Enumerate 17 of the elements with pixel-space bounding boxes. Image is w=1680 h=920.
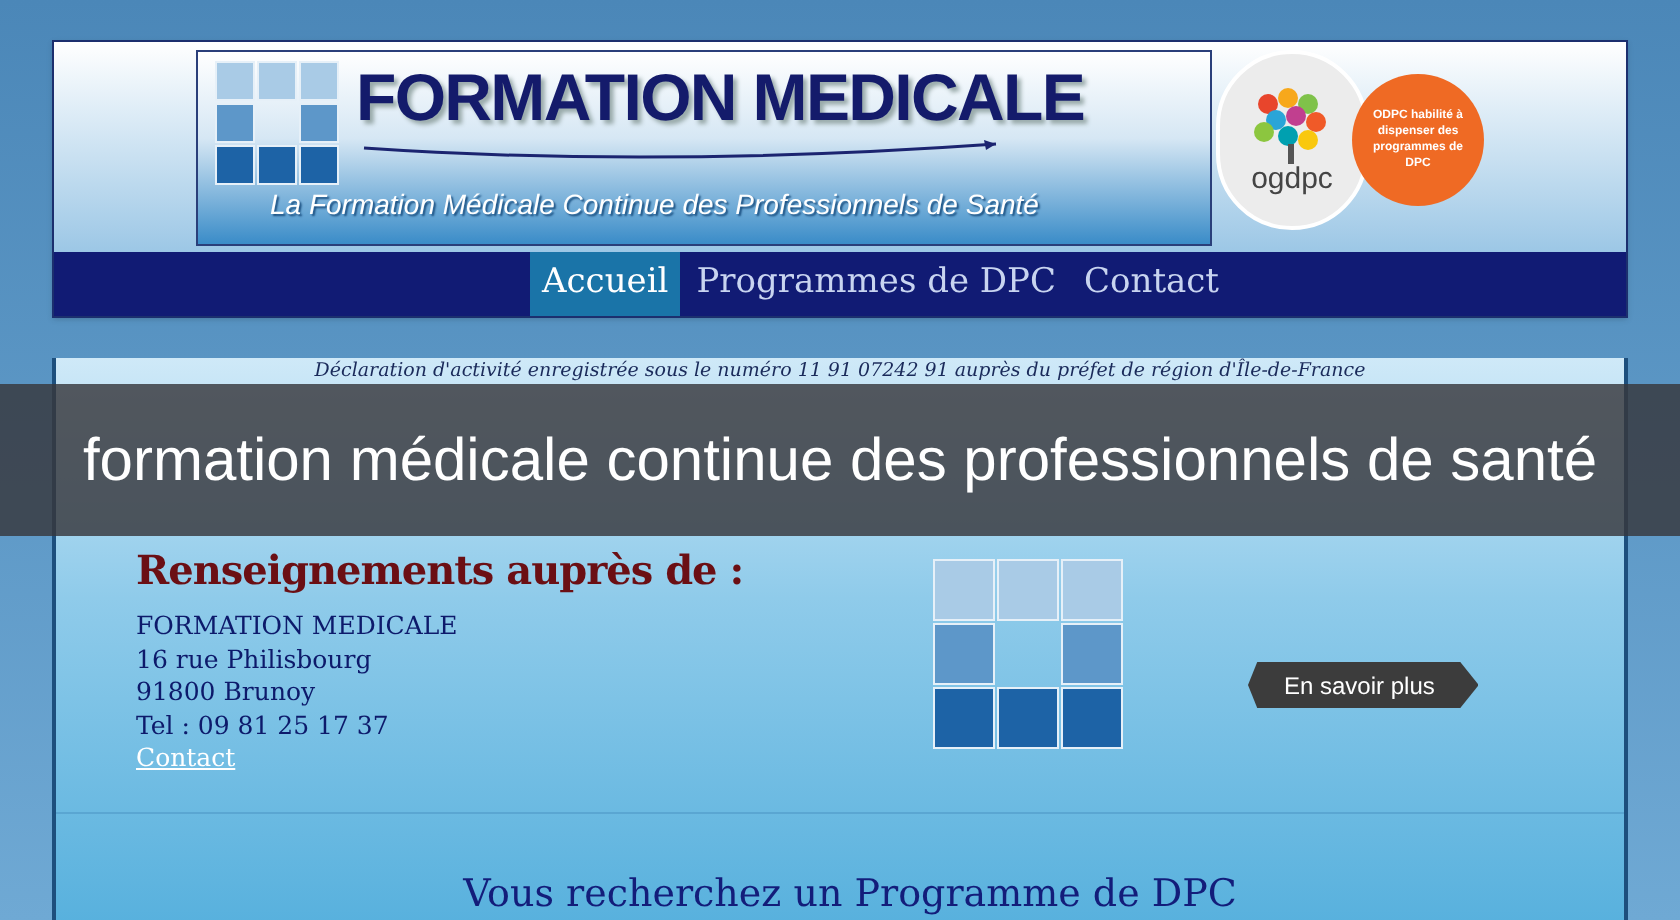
more-button[interactable]: En savoir plus <box>1248 662 1479 708</box>
squares-logo-icon <box>214 60 340 186</box>
banner-title: FORMATION MEDICALE <box>356 60 1085 136</box>
logo-text: ogdpc <box>1251 163 1333 193</box>
address-line: Tel : 09 81 25 17 37 <box>136 709 391 742</box>
address-line: 91800 Brunoy <box>136 676 318 709</box>
section-title: Vous recherchez un Programme de DPC <box>461 869 1237 919</box>
address-line: FORMATION MEDICALE <box>136 610 460 643</box>
nav-link[interactable]: Programmes de DPC <box>684 252 1068 316</box>
contact-heading: Renseignements auprès de : <box>136 546 744 594</box>
caption-text: formation médicale continue des professionnels de santé <box>82 425 1598 495</box>
banner-tagline: La Formation Médicale Continue des Professionnels de Santé <box>270 186 1039 222</box>
declaration-text: Déclaration d'activité enregistrée sous le numéro 11 91 07242 91 auprès du préfet de région d'Île-de-France <box>312 358 1368 382</box>
nav-link[interactable]: Accueil <box>530 252 681 316</box>
nav-link[interactable]: Contact <box>1072 252 1232 316</box>
address-line: 16 rue Philisbourg <box>136 643 374 676</box>
squares-logo-icon <box>932 558 1124 750</box>
